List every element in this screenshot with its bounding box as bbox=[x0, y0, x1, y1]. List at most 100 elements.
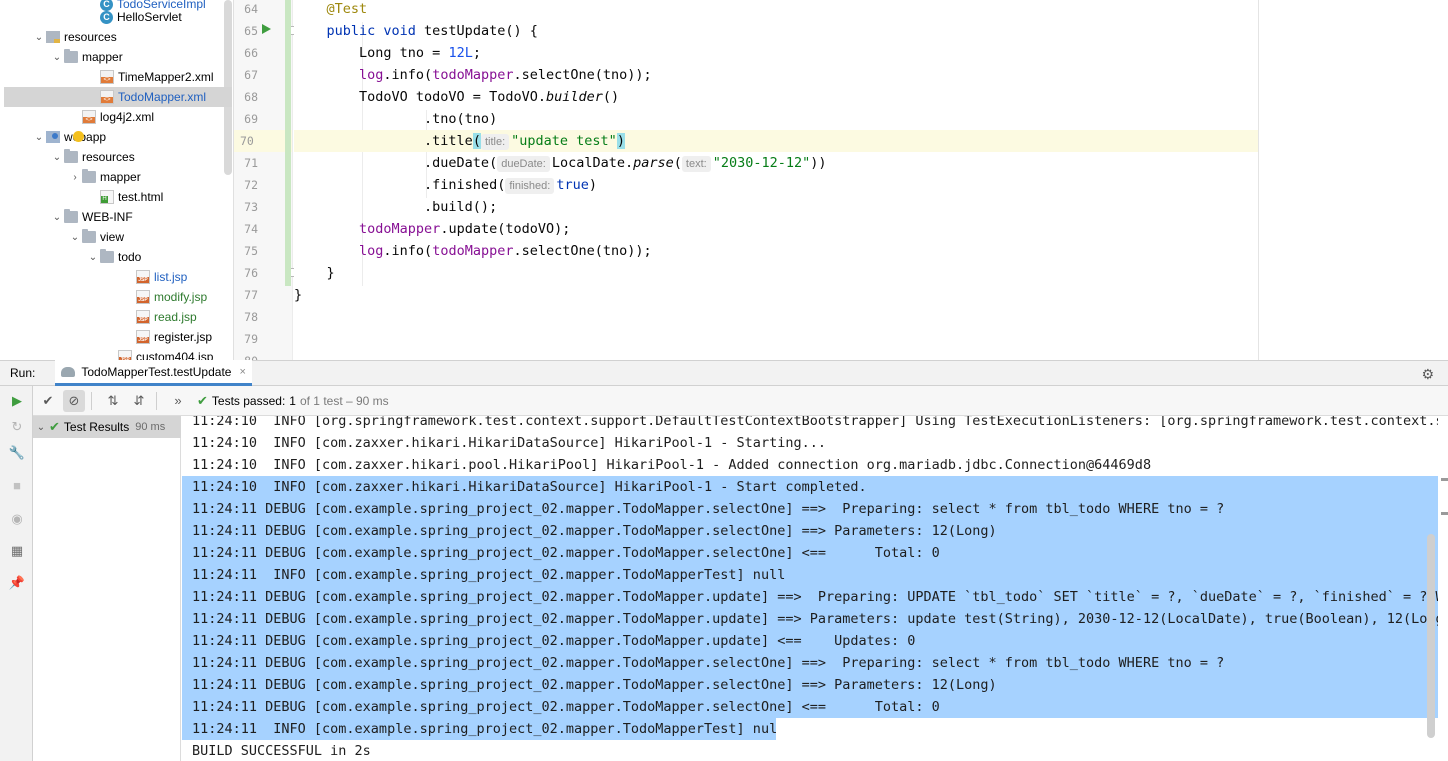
tree-item[interactable]: log4j2.xml bbox=[4, 107, 232, 127]
tree-item-label: TodoMapper.xml bbox=[118, 90, 207, 104]
run-test-icon[interactable] bbox=[262, 24, 271, 34]
console-line: BUILD SUCCESSFUL in 2s bbox=[192, 743, 371, 759]
tree-item[interactable]: ⌄ mapper bbox=[4, 47, 232, 67]
stop-icon[interactable]: ■ bbox=[8, 476, 26, 494]
tree-item[interactable]: ⌄ resources bbox=[4, 147, 232, 167]
show-passed-icon[interactable]: ✔ bbox=[37, 390, 59, 412]
code-line[interactable] bbox=[294, 306, 1258, 328]
code-line[interactable]: log.info(todoMapper.selectOne(tno)); bbox=[294, 240, 1258, 262]
tree-item[interactable]: test.html bbox=[4, 187, 232, 207]
code-line[interactable]: Long tno = 12L; bbox=[294, 42, 1258, 64]
jsp-file-icon bbox=[136, 330, 150, 344]
sort-alpha-icon[interactable]: ⇅ bbox=[102, 390, 124, 412]
tree-item[interactable]: TodoMapper.xml bbox=[4, 87, 232, 107]
test-results-time: 90 ms bbox=[135, 421, 166, 433]
layout-icon[interactable]: ▦ bbox=[8, 542, 26, 560]
tests-passed-status: ✔ Tests passed: 1 of 1 test – 90 ms bbox=[197, 393, 389, 409]
chevron-down-icon[interactable]: ⌄ bbox=[32, 132, 46, 143]
tree-item[interactable]: › mapper bbox=[4, 167, 232, 187]
folder-icon bbox=[82, 169, 96, 183]
tree-item[interactable]: ⌄ todo bbox=[4, 247, 232, 267]
code-line[interactable]: .title(title: "update test") bbox=[294, 130, 1258, 152]
code-line[interactable]: log.info(todoMapper.selectOne(tno)); bbox=[294, 64, 1258, 86]
editor-empty-area bbox=[1259, 0, 1448, 360]
code-line[interactable]: } bbox=[294, 262, 1258, 284]
code-token: testUpdate bbox=[424, 23, 506, 39]
rerun-icon[interactable]: ▶ bbox=[8, 392, 26, 410]
xml-file-icon bbox=[82, 110, 96, 124]
tree-item[interactable]: ⌄ view bbox=[4, 227, 232, 247]
console-scrollbar[interactable] bbox=[1427, 534, 1435, 738]
test-results-node[interactable]: ⌄ ✔ Test Results 90 ms bbox=[33, 416, 181, 438]
line-number: 73 bbox=[244, 200, 258, 214]
chevron-down-icon[interactable]: ⌄ bbox=[33, 422, 49, 433]
test-results-pane: ⌄ ✔ Test Results 90 ms bbox=[33, 416, 181, 761]
show-ignored-icon[interactable]: ⊘ bbox=[63, 389, 85, 412]
line-number: 75 bbox=[244, 244, 258, 258]
project-tree[interactable]: C TodoServiceImpl C HelloServlet ⌄ resources ⌄… bbox=[0, 0, 234, 360]
jsp-file-icon bbox=[118, 350, 132, 360]
code-line[interactable]: .dueDate(dueDate: LocalDate.parse(text: "2… bbox=[294, 152, 1258, 174]
chevron-down-icon[interactable]: ⌄ bbox=[50, 152, 64, 163]
console-line: 11:24:11 DEBUG [com.example.spring_proje… bbox=[182, 498, 1438, 520]
tree-item[interactable]: register.jsp bbox=[4, 327, 232, 347]
run-tab-title: TodoMapperTest.testUpdate bbox=[81, 364, 232, 379]
tree-item[interactable]: custom404.jsp bbox=[4, 347, 232, 360]
pin-icon[interactable]: 📌 bbox=[8, 574, 26, 592]
parameter-hint: dueDate: bbox=[497, 156, 550, 172]
scroll-marker bbox=[1441, 512, 1448, 515]
tree-item[interactable]: ⌄ WEB-INF bbox=[4, 207, 232, 227]
chevron-down-icon[interactable]: ⌄ bbox=[86, 252, 100, 263]
chevron-down-icon[interactable]: ⌄ bbox=[68, 232, 82, 243]
code-line[interactable]: .tno(tno) bbox=[294, 108, 1258, 130]
chevron-right-icon[interactable]: › bbox=[68, 172, 82, 183]
code-line[interactable] bbox=[294, 328, 1258, 350]
line-number: 64 bbox=[244, 2, 258, 16]
tree-item[interactable]: modify.jsp bbox=[4, 287, 232, 307]
lightbulb-icon[interactable] bbox=[73, 131, 84, 142]
code-token: todoMapper bbox=[432, 243, 514, 259]
tree-item[interactable]: list.jsp bbox=[4, 267, 232, 287]
code-line[interactable]: @Test bbox=[294, 0, 1258, 20]
code-line[interactable] bbox=[294, 350, 1258, 360]
code-line[interactable]: public void testUpdate() { bbox=[294, 20, 1258, 42]
console-line: 11:24:11 DEBUG [com.example.spring_proje… bbox=[182, 608, 1438, 630]
test-run-icon bbox=[61, 366, 76, 377]
code-line[interactable]: TodoVO todoVO = TodoVO.builder() bbox=[294, 86, 1258, 108]
code-token: .tno(tno) bbox=[294, 111, 498, 127]
vcs-change-marker bbox=[285, 0, 291, 286]
console-line: 11:24:11 DEBUG [com.example.spring_proje… bbox=[182, 696, 1438, 718]
close-icon[interactable]: × bbox=[239, 366, 245, 378]
code-line[interactable]: } bbox=[294, 284, 1258, 306]
tree-item-label: view bbox=[100, 230, 125, 244]
console-output[interactable]: 11:24:10 INFO [org.springframework.test.… bbox=[182, 416, 1438, 761]
chevron-down-icon[interactable]: ⌄ bbox=[50, 52, 64, 63]
tree-item[interactable]: ⌄ webapp bbox=[4, 127, 232, 147]
tree-item[interactable]: ⌄ resources bbox=[4, 27, 232, 47]
chevron-down-icon[interactable]: ⌄ bbox=[50, 212, 64, 223]
parameter-hint: finished: bbox=[505, 178, 555, 194]
code-line[interactable]: .finished(finished: true) bbox=[294, 174, 1258, 196]
tree-item[interactable]: TimeMapper2.xml bbox=[4, 67, 232, 87]
tree-item[interactable]: C HelloServlet bbox=[4, 7, 232, 27]
run-tab[interactable]: TodoMapperTest.testUpdate × bbox=[55, 360, 252, 386]
parameter-hint: title: bbox=[480, 134, 510, 150]
xml-file-icon bbox=[100, 90, 114, 104]
code-token: ) bbox=[588, 177, 597, 193]
line-number: 71 bbox=[244, 156, 258, 170]
chevron-down-icon[interactable]: ⌄ bbox=[32, 32, 46, 43]
code-token: () { bbox=[505, 23, 538, 39]
wrench-icon[interactable]: 🔧 bbox=[8, 444, 26, 462]
tree-item-label: TimeMapper2.xml bbox=[118, 70, 214, 84]
eye-icon[interactable]: ◉ bbox=[8, 510, 26, 528]
code-editor[interactable]: @Test public void testUpdate() { Long tn… bbox=[294, 0, 1258, 360]
more-actions-icon[interactable]: » bbox=[167, 390, 189, 412]
tree-item[interactable]: read.jsp bbox=[4, 307, 232, 327]
rerun-failed-icon[interactable]: ↻ bbox=[8, 418, 26, 436]
sort-duration-icon[interactable]: ⇵ bbox=[128, 390, 150, 412]
check-icon: ✔ bbox=[197, 392, 208, 408]
code-line[interactable]: .build(); bbox=[294, 196, 1258, 218]
gear-icon[interactable]: ⚙ bbox=[1421, 366, 1434, 383]
code-line[interactable]: todoMapper.update(todoVO); bbox=[294, 218, 1258, 240]
check-icon: ✔ bbox=[49, 419, 60, 434]
